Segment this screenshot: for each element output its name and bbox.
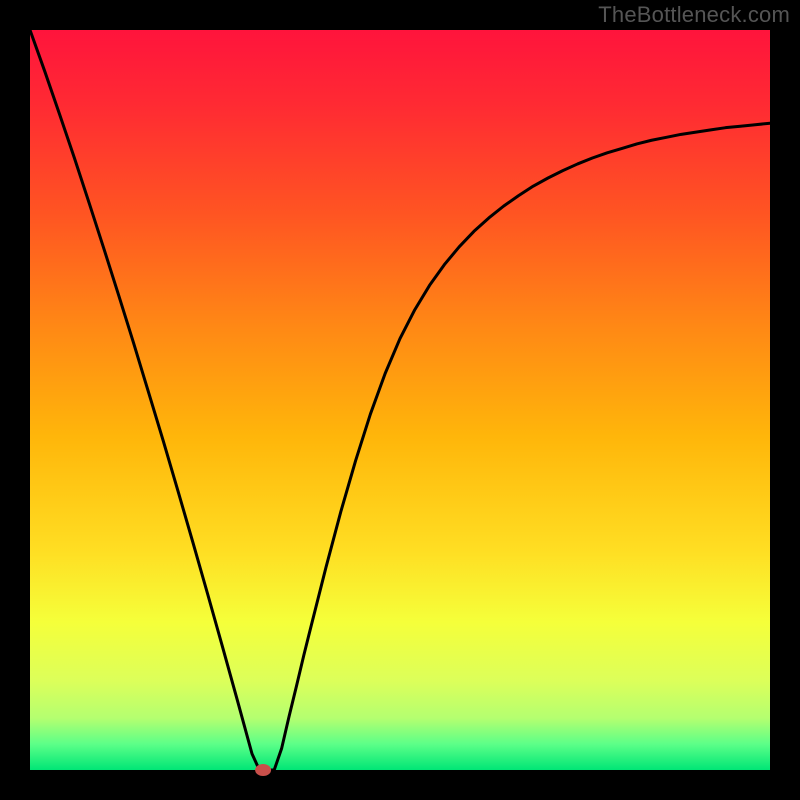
chart-stage: TheBottleneck.com [0,0,800,800]
chart-svg [0,0,800,800]
watermark-text: TheBottleneck.com [598,2,790,28]
optimum-marker-icon [255,764,271,776]
plot-background [30,30,770,770]
